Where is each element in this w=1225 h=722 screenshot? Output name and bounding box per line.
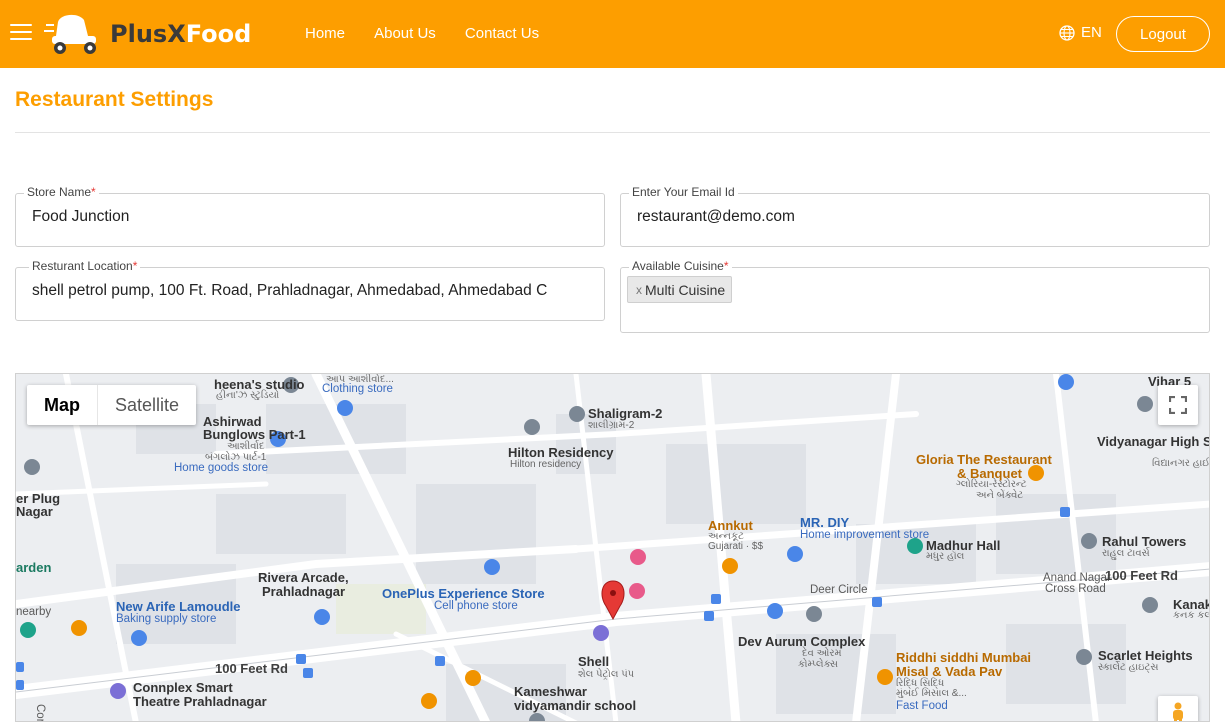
top-navbar: PlusXFood Home About Us Contact Us EN Lo… [0,0,1225,68]
map-label: Rivera Arcade, [258,570,349,585]
map-label: Home goods store [174,462,268,474]
email-label: Enter Your Email Id [629,185,738,199]
store-name-field[interactable]: Store Name* Food Junction [15,185,605,247]
street-view-button[interactable] [1158,696,1198,721]
map-label: દેવ ઓરમ [802,648,842,659]
location-field[interactable]: Resturant Location* shell petrol pump, 1… [15,259,605,321]
map-label: ગ્લોરિયા-રેસ્ટોરન્ટ [956,479,1027,490]
map-label: Hilton residency [510,459,582,470]
map-label: Home improvement store [800,529,930,541]
fullscreen-icon [1169,396,1187,414]
map-label: New Arife Lamoudle [116,599,241,614]
map-label: Theatre Prahladnagar [133,694,267,709]
email-input[interactable]: restaurant@demo.com [637,208,1193,226]
language-label: EN [1081,24,1102,41]
brand-name: PlusXFood [110,20,252,48]
map-label: Kameshwar [514,684,587,699]
title-divider [15,132,1210,133]
logout-button[interactable]: Logout [1116,16,1210,52]
map-label: મુંબઈ મિસાલ &... [896,688,967,699]
map-label: Bunglows Part-1 [203,427,306,442]
map-label: Clothing store [322,383,393,395]
fullscreen-button[interactable] [1158,385,1198,425]
delivery-scooter-icon [44,14,96,54]
map-label: રાહુલ ટાવર્સ [1102,548,1150,559]
map-label: કોમ્પ્લેક્સ [798,659,838,670]
map-label: Hilton Residency [508,445,614,460]
map-label: Shell [578,654,610,669]
map-label: હીના'ઝ સ્ટુડિયો [216,390,280,401]
location-map[interactable]: heena's studio હીના'ઝ સ્ટુડિયો આપ આશીર્વ… [15,373,1210,722]
location-input[interactable]: shell petrol pump, 100 Ft. Road, Prahlad… [32,282,588,300]
page-title: Restaurant Settings [15,88,214,111]
map-label: Nagar [16,504,53,519]
map-type-toggle: Map Satellite [27,385,197,425]
map-label: Shaligram-2 [588,406,663,421]
map-label: Corpo [34,704,46,722]
map-label: Gloria The Restaurant [916,452,1052,467]
language-selector[interactable]: EN [1059,24,1102,41]
pegman-icon [1173,702,1183,721]
cuisine-field[interactable]: Available Cuisine* x Multi Cuisine [620,259,1210,333]
map-label: Prahladnagar [262,584,346,599]
map-label: Connplex Smart [133,680,233,695]
map-label: Rahul Towers [1102,534,1187,549]
location-label: Resturant Location* [29,259,141,273]
map-label: Deer Circle [810,584,868,596]
map-label: શેલ પેટ્રોલ પંપ [578,669,635,680]
map-label: Baking supply store [116,613,217,625]
nav-contact-us[interactable]: Contact Us [465,25,539,42]
map-label: Riddhi siddhi Mumbai [896,650,1032,665]
map-label: કનક કલા - [1173,610,1209,621]
brand-logo[interactable]: PlusXFood [44,10,254,58]
map-label: Cross Road [1045,583,1106,595]
map-label: સ્કાર્લેટ હાઇટ્સ [1098,662,1159,673]
nav-home[interactable]: Home [305,25,345,42]
store-name-input[interactable]: Food Junction [32,208,588,226]
map-label: આશીર્વાદ [227,441,265,452]
map-label: શાલીગ્રામ-2 [588,420,635,431]
map-label: Dev Aurum Complex [738,634,866,649]
map-label: MR. DIY [800,515,850,530]
map-label: nearby [16,606,52,618]
satellite-view-button[interactable]: Satellite [98,385,196,425]
map-label: વિદ્યાનગર હાઈસ્કૂલ [1152,458,1210,469]
map-label: Fast Food [896,700,948,712]
globe-icon [1059,24,1075,41]
map-label: અને બેંક્વેટ [976,490,1024,501]
cuisine-label: Available Cuisine* [629,259,732,273]
email-field[interactable]: Enter Your Email Id restaurant@demo.com [620,185,1210,247]
chip-remove-icon[interactable]: x [636,283,642,297]
map-label: OnePlus Experience Store [382,586,545,601]
main-nav: Home About Us Contact Us [305,23,563,42]
nav-about-us[interactable]: About Us [374,25,436,42]
map-label: Cell phone store [434,600,518,612]
store-name-label: Store Name* [24,185,99,199]
map-label: arden [16,560,52,575]
menu-icon[interactable] [10,24,32,44]
map-label: vidyamandir school [514,698,637,713]
map-label: 100 Feet Rd [215,661,288,676]
cuisine-chip: x Multi Cuisine [627,276,733,303]
map-label: Vidyanagar High School [1097,434,1209,449]
chip-label: Multi Cuisine [645,281,726,298]
map-label: Scarlet Heights [1098,648,1193,663]
map-label: મધુર હૉલ [926,551,965,562]
map-view-button[interactable]: Map [27,385,98,425]
map-label: Gujarati · $$ [708,541,764,552]
map-label: 100 Feet Rd [1105,568,1178,583]
map-label: Misal & Vada Pav [896,664,1003,679]
